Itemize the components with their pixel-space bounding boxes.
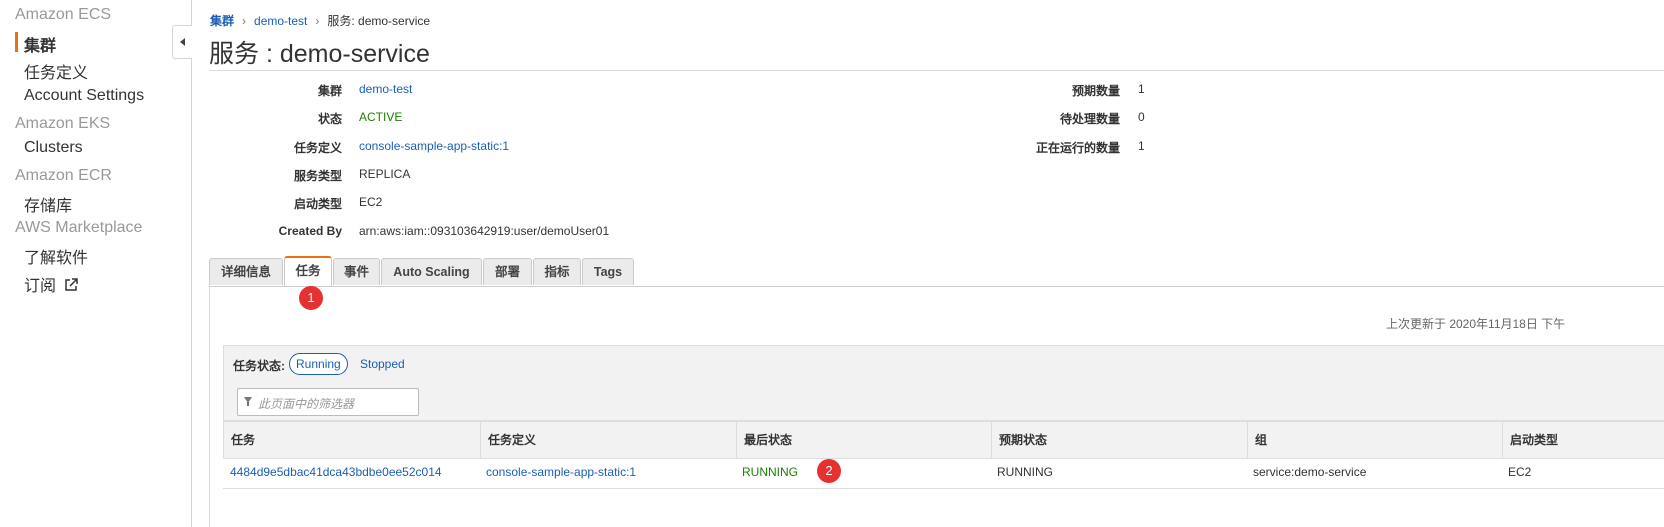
- breadcrumb-separator: ›: [315, 14, 320, 28]
- tab-tags[interactable]: Tags: [582, 258, 634, 285]
- breadcrumb-cluster[interactable]: demo-test: [254, 14, 307, 28]
- cell-launch-type: EC2: [1508, 465, 1532, 479]
- sidebar: Amazon ECS 集群 任务定义 Account Settings Amaz…: [0, 0, 192, 527]
- status-filter-running[interactable]: Running: [289, 353, 348, 375]
- sidebar-group-ecs: Amazon ECS: [15, 6, 112, 23]
- detail-label-desired-count: 预期数量: [1071, 84, 1120, 98]
- detail-value-desired-count: 1: [1138, 82, 1145, 96]
- column-header-launch-type[interactable]: 启动类型: [1502, 422, 1664, 458]
- detail-label-cluster: 集群: [317, 84, 342, 98]
- column-header-last-status[interactable]: 最后状态: [736, 422, 991, 458]
- column-header-task-definition[interactable]: 任务定义: [480, 422, 736, 458]
- detail-label-running-count: 正在运行的数量: [1035, 141, 1120, 155]
- filter-icon-stem: [247, 402, 249, 406]
- filter-placeholder: 此页面中的筛选器: [258, 397, 355, 411]
- detail-label-created-by: Created By: [278, 224, 342, 238]
- sidebar-item-subscriptions[interactable]: 订阅: [24, 272, 79, 296]
- table-header: 任务 任务定义 最后状态 预期状态 组 启动类型: [223, 421, 1664, 459]
- sidebar-group-marketplace: AWS Marketplace: [15, 219, 143, 236]
- detail-value-created-by: arn:aws:iam::093103642919:user/demoUser0…: [359, 224, 610, 238]
- filter-toolbar: [223, 345, 1664, 421]
- tab-metrics[interactable]: 指标: [533, 258, 581, 285]
- sidebar-item-discover-software[interactable]: 了解软件: [24, 244, 88, 268]
- active-indicator: [15, 32, 18, 52]
- sidebar-group-ecr: Amazon ECR: [15, 167, 112, 184]
- task-status-label: 任务状态:: [233, 359, 285, 373]
- column-header-desired-status[interactable]: 预期状态: [991, 422, 1247, 458]
- breadcrumb-clusters[interactable]: 集群: [210, 14, 234, 28]
- sidebar-group-eks: Amazon EKS: [15, 115, 111, 132]
- detail-value-status: ACTIVE: [359, 110, 403, 124]
- last-updated: 上次更新于 2020年11月18日 下午: [1386, 317, 1566, 331]
- breadcrumb-separator: ›: [242, 14, 247, 28]
- breadcrumb-current: 服务: demo-service: [327, 14, 431, 28]
- sidebar-item-clusters[interactable]: 集群: [24, 32, 56, 56]
- column-header-task[interactable]: 任务: [224, 422, 480, 458]
- sidebar-item-repositories[interactable]: 存储库: [24, 192, 72, 216]
- cell-last-status: RUNNING: [742, 465, 798, 479]
- tab-details[interactable]: 详细信息: [209, 258, 283, 285]
- detail-value-service-type: REPLICA: [359, 167, 411, 181]
- table-row: 4484d9e5dbac41dca43bdbe0ee52c014 console…: [223, 458, 1664, 489]
- detail-label-pending-count: 待处理数量: [1059, 112, 1120, 126]
- detail-value-pending-count: 0: [1138, 110, 1145, 124]
- tab-tasks[interactable]: 任务: [284, 256, 332, 286]
- detail-label-status: 状态: [317, 112, 342, 126]
- detail-value-running-count: 1: [1138, 139, 1145, 153]
- callout-marker-2: 2: [817, 459, 841, 483]
- sidebar-item-eks-clusters[interactable]: Clusters: [24, 139, 83, 157]
- cell-task-definition[interactable]: console-sample-app-static:1: [479, 458, 735, 488]
- sidebar-collapse-button[interactable]: [172, 25, 192, 59]
- status-filter-stopped[interactable]: Stopped: [360, 357, 405, 371]
- cell-task-id[interactable]: 4484d9e5dbac41dca43bdbe0ee52c014: [223, 458, 479, 488]
- detail-label-task-definition: 任务定义: [293, 141, 342, 155]
- collapse-arrow-icon: [180, 38, 185, 46]
- detail-value-launch-type: EC2: [359, 195, 383, 209]
- detail-label-service-type: 服务类型: [293, 169, 342, 183]
- main-content: 集群 › demo-test › 服务: demo-service 服务 : demo-…: [192, 0, 1664, 527]
- title-divider: [209, 70, 1664, 71]
- tab-deployments[interactable]: 部署: [483, 258, 532, 285]
- page-title: 服务 : demo-service: [209, 40, 430, 68]
- cell-group: service:demo-service: [1253, 465, 1367, 479]
- detail-value-cluster[interactable]: demo-test: [359, 82, 412, 96]
- cell-desired-status: RUNNING: [997, 465, 1053, 479]
- column-header-group[interactable]: 组: [1247, 422, 1502, 458]
- breadcrumb: 集群 › demo-test › 服务: demo-service: [210, 12, 438, 29]
- sidebar-item-task-definitions[interactable]: 任务定义: [24, 59, 88, 83]
- detail-label-launch-type: 启动类型: [293, 197, 342, 211]
- external-link-icon: [65, 278, 79, 291]
- detail-value-task-definition[interactable]: console-sample-app-static:1: [359, 139, 509, 153]
- filter-input[interactable]: 此页面中的筛选器: [237, 388, 419, 416]
- tab-events[interactable]: 事件: [333, 258, 380, 285]
- tab-auto-scaling[interactable]: Auto Scaling: [381, 258, 482, 285]
- sidebar-item-account-settings[interactable]: Account Settings: [24, 87, 144, 105]
- sidebar-item-subscriptions-label: 订阅: [24, 278, 57, 295]
